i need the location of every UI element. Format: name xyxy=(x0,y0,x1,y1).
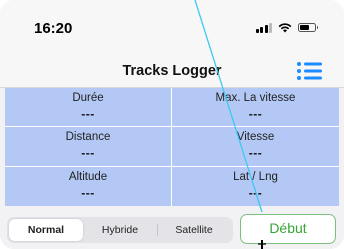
stat-value: --- xyxy=(248,185,263,200)
status-time: 16:20 xyxy=(34,20,73,37)
map-type-normal[interactable]: Normal xyxy=(9,219,83,241)
map-type-satellite[interactable]: Satellite xyxy=(157,219,231,241)
stat-max-speed: Max. La vitesse --- xyxy=(172,88,339,128)
stat-label: Max. La vitesse xyxy=(215,92,296,104)
stat-value: --- xyxy=(248,107,263,121)
stat-label: Vitesse xyxy=(236,131,275,144)
status-bar: 16:20 xyxy=(0,0,344,44)
stat-value: --- xyxy=(81,146,95,161)
stat-label: Distance xyxy=(65,131,111,144)
stat-duration: Durée --- xyxy=(5,88,172,128)
stat-speed: Vitesse --- xyxy=(172,127,339,167)
stat-altitude: Altitude --- xyxy=(5,166,172,206)
status-icons xyxy=(255,22,318,33)
bottom-toolbar: Normal Hybride Satellite Début xyxy=(0,206,344,249)
stat-label: Durée xyxy=(72,92,104,104)
list-icon[interactable] xyxy=(296,60,324,82)
stat-label: Altitude xyxy=(68,170,108,183)
map-type-hybrid[interactable]: Hybride xyxy=(83,219,157,241)
stat-lat-lng: Lat / Lng --- xyxy=(172,167,339,206)
stat-value: --- xyxy=(248,146,263,161)
start-button[interactable]: Début xyxy=(240,214,336,244)
stat-distance: Distance --- xyxy=(5,127,172,167)
battery-icon xyxy=(298,23,318,32)
wifi-icon xyxy=(278,23,292,33)
stat-value: --- xyxy=(81,107,95,121)
nav-bar: Tracks Logger xyxy=(0,44,344,88)
signal-icon xyxy=(255,22,272,33)
stat-value: --- xyxy=(81,185,95,200)
map-type-segmented-control: Normal Hybride Satellite xyxy=(7,217,233,243)
stat-label: Lat / Lng xyxy=(233,170,278,183)
page-title: Tracks Logger xyxy=(122,63,222,79)
stats-grid: Durée --- Max. La vitesse --- Distance -… xyxy=(5,88,339,206)
app-screen: 16:20 Tracks Logger Durée --- Max. La vi… xyxy=(0,0,344,249)
